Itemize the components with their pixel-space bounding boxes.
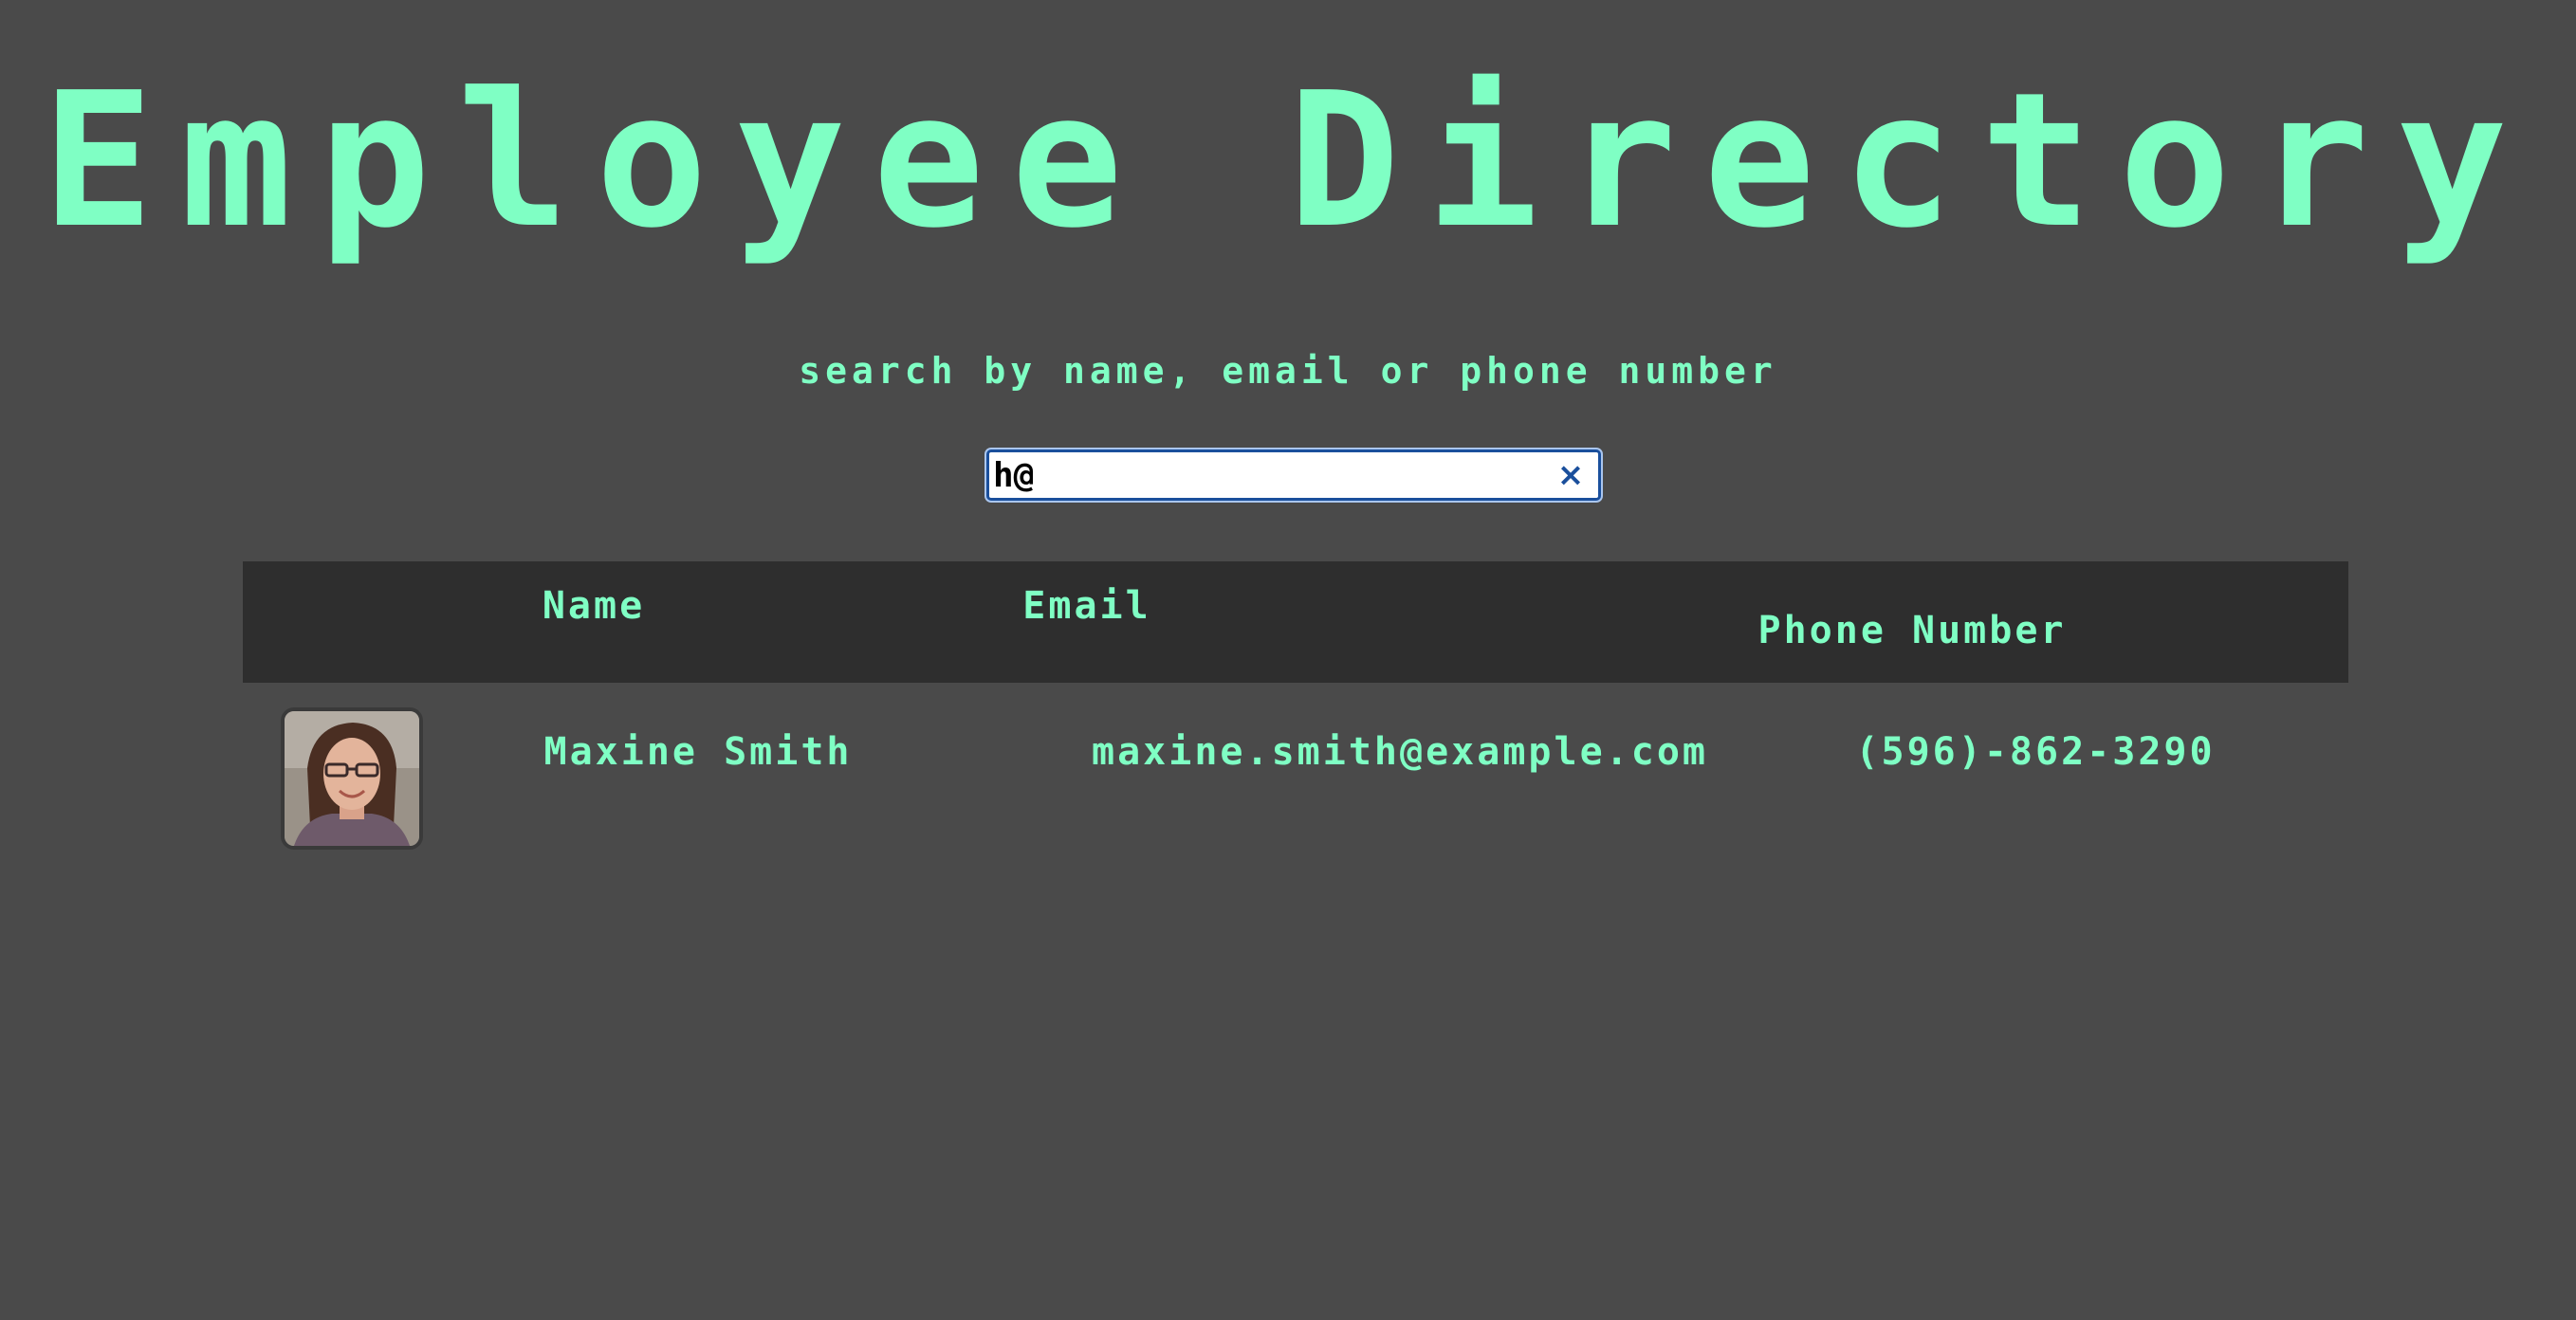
page-title: Employee Directory bbox=[41, 53, 2535, 269]
avatar bbox=[281, 707, 423, 850]
table-row: Maxine Smith maxine.smith@example.com (5… bbox=[243, 706, 2348, 857]
employee-name: Maxine Smith bbox=[543, 730, 853, 774]
column-header-email: Email bbox=[1022, 584, 1151, 628]
search-box: × bbox=[986, 449, 1601, 501]
search-input[interactable] bbox=[989, 452, 1520, 498]
clear-search-icon[interactable]: × bbox=[1556, 452, 1585, 498]
employee-email: maxine.smith@example.com bbox=[1092, 730, 1708, 774]
table-header: Name Email Phone Number bbox=[243, 561, 2348, 683]
column-header-phone: Phone Number bbox=[1757, 609, 2067, 652]
avatar-photo bbox=[285, 711, 419, 846]
employee-phone: (596)-862-3290 bbox=[1855, 730, 2216, 774]
search-hint: search by name, email or phone number bbox=[799, 350, 1777, 392]
